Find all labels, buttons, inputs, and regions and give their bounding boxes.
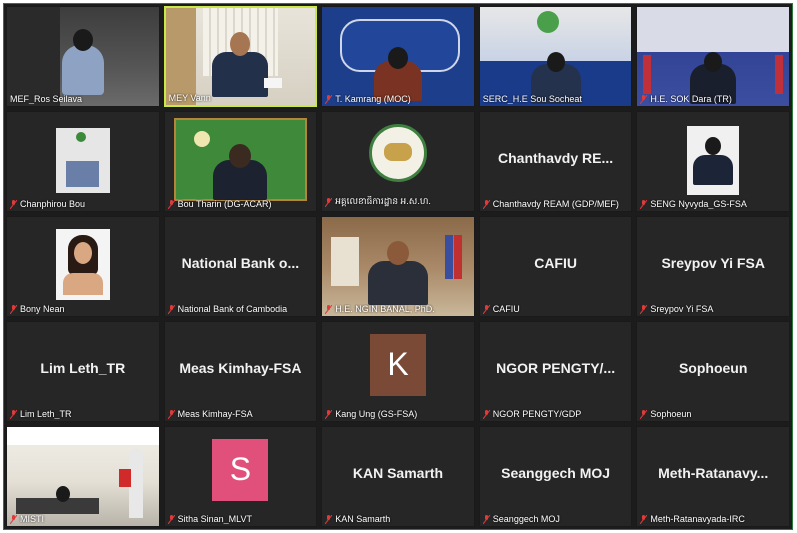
participant-name: Sophoeun — [640, 409, 786, 419]
participant-name: Sreypov Yi FSA — [640, 304, 786, 314]
participant-display-name: Meth-Ratanavy... — [658, 464, 769, 481]
participant-name: Chanthavdy REAM (GDP/MEF) — [482, 199, 629, 209]
participant-video — [637, 7, 789, 106]
participant-name: National Bank of Cambodia — [167, 304, 314, 314]
participant-display-name: NGOR PENGTY/... — [496, 359, 616, 376]
mic-muted-icon — [640, 199, 648, 209]
participant-video — [637, 112, 789, 211]
participant-name: SENG Nyvyda_GS-FSA — [640, 199, 786, 209]
participant-tile[interactable]: S Sitha Sinan_MLVT — [163, 426, 318, 527]
participant-name: T. Kamrang (MOC) — [325, 94, 471, 104]
mic-muted-icon — [10, 514, 17, 524]
participant-tile[interactable]: H.E. SOK Dara (TR) — [636, 6, 790, 107]
participant-video — [164, 112, 317, 211]
participant-tile[interactable]: T. Kamrang (MOC) — [321, 6, 475, 107]
participant-video — [7, 112, 159, 211]
participant-video — [322, 217, 474, 316]
participant-video — [322, 7, 474, 106]
mic-muted-icon — [482, 409, 490, 419]
participant-name: H.E. SOK Dara (TR) — [640, 94, 786, 104]
participant-video — [479, 7, 632, 106]
participant-tile[interactable]: H.E. NGIN BANAL, PhD. — [321, 216, 475, 317]
participant-display-name: CAFIU — [534, 254, 577, 271]
participant-video — [7, 217, 159, 316]
participant-display-name: National Bank o... — [181, 254, 300, 271]
participant-tile[interactable]: Sophoeun Sophoeun — [636, 321, 790, 422]
mic-muted-icon — [167, 199, 175, 209]
participant-name: Chanphirou Bou — [10, 199, 156, 209]
participant-name: H.E. NGIN BANAL, PhD. — [325, 304, 471, 314]
participant-tile[interactable]: K Kang Ung (GS-FSA) — [321, 321, 475, 422]
participant-display-name: Sreypov Yi FSA — [661, 254, 765, 271]
mic-muted-icon — [10, 304, 17, 314]
participant-tile[interactable]: SENG Nyvyda_GS-FSA — [636, 111, 790, 212]
participant-display-name: KAN Samarth — [352, 464, 444, 481]
participant-tile[interactable]: CAFIU CAFIU — [478, 216, 633, 317]
participant-tile[interactable]: Sreypov Yi FSA Sreypov Yi FSA — [636, 216, 790, 317]
participant-name: Sitha Sinan_MLVT — [167, 514, 314, 524]
mic-muted-icon — [167, 304, 175, 314]
participant-display-name: Chanthavdy RE... — [498, 149, 614, 166]
participant-display-name: Sophoeun — [678, 359, 748, 376]
participant-tile[interactable]: SERC_H.E Sou Socheat — [478, 6, 633, 107]
participant-display-name: Seanggech MOJ — [501, 464, 611, 481]
participant-tile[interactable]: Meas Kimhay-FSA Meas Kimhay-FSA — [163, 321, 318, 422]
participant-name: Lim Leth_TR — [10, 409, 156, 419]
mic-muted-icon — [482, 304, 490, 314]
mic-muted-icon — [167, 514, 175, 524]
participant-tile[interactable]: Meth-Ratanavy... Meth-Ratanavyada-IRC — [636, 426, 790, 527]
participant-name: Bony Nean — [10, 304, 156, 314]
participant-name: អគ្គលេខាធិការដ្ឋាន អ.ស.ហ. — [325, 196, 471, 209]
participant-video — [7, 427, 159, 526]
participant-name: MEY Vann — [168, 93, 211, 103]
mic-muted-icon — [325, 304, 333, 314]
participant-tile[interactable]: NGOR PENGTY/... NGOR PENGTY/GDP — [478, 321, 633, 422]
mic-muted-icon — [325, 514, 333, 524]
mic-muted-icon — [10, 409, 17, 419]
participant-tile[interactable]: National Bank o... National Bank of Camb… — [163, 216, 318, 317]
mic-muted-icon — [325, 409, 333, 419]
video-conference-window: MEF_Ros Seilava MEY Vann T. Kamrang (MOC… — [3, 3, 793, 530]
participant-tile[interactable]: KAN Samarth KAN Samarth — [321, 426, 475, 527]
participant-tile[interactable]: Chanphirou Bou — [6, 111, 160, 212]
participant-tile[interactable]: Bou Tharin (DG-ACAR) — [163, 111, 318, 212]
participant-name: CAFIU — [482, 304, 629, 314]
participant-video — [165, 8, 316, 105]
participant-name: Meth-Ratanavyada-IRC — [640, 514, 786, 524]
participant-name: Kang Ung (GS-FSA) — [325, 409, 471, 419]
participant-tile[interactable]: MISTI — [6, 426, 160, 527]
participant-display-name: Meas Kimhay-FSA — [179, 359, 302, 376]
participant-video — [7, 7, 159, 106]
participant-display-name: Lim Leth_TR — [40, 359, 126, 376]
participant-name: Bou Tharin (DG-ACAR) — [167, 199, 314, 209]
participant-name: NGOR PENGTY/GDP — [482, 409, 629, 419]
mic-muted-icon — [325, 94, 333, 104]
participant-name: MISTI — [10, 514, 156, 524]
mic-muted-icon — [10, 199, 17, 209]
participant-grid: MEF_Ros Seilava MEY Vann T. Kamrang (MOC… — [6, 6, 790, 527]
participant-name: KAN Samarth — [325, 514, 471, 524]
mic-muted-icon — [640, 304, 648, 314]
mic-muted-icon — [482, 514, 490, 524]
participant-avatar: K — [369, 333, 426, 396]
mic-muted-icon — [640, 94, 648, 104]
mic-muted-icon — [640, 409, 648, 419]
participant-tile-active-speaker[interactable]: MEY Vann — [163, 6, 318, 107]
participant-tile[interactable]: Bony Nean — [6, 216, 160, 317]
participant-tile[interactable]: Lim Leth_TR Lim Leth_TR — [6, 321, 160, 422]
participant-tile[interactable]: Chanthavdy RE... Chanthavdy REAM (GDP/ME… — [478, 111, 633, 212]
participant-name: SERC_H.E Sou Socheat — [482, 94, 582, 104]
mic-muted-icon — [640, 514, 648, 524]
participant-name: MEF_Ros Seilava — [10, 94, 83, 104]
mic-muted-icon — [482, 199, 490, 209]
participant-tile[interactable]: MEF_Ros Seilava — [6, 6, 160, 107]
participant-tile[interactable]: អគ្គលេខាធិការដ្ឋាន អ.ស.ហ. — [321, 111, 475, 212]
participant-avatar: S — [212, 438, 269, 501]
participant-name: Seanggech MOJ — [482, 514, 629, 524]
participant-name: Meas Kimhay-FSA — [167, 409, 314, 419]
participant-tile[interactable]: Seanggech MOJ Seanggech MOJ — [478, 426, 633, 527]
mic-muted-icon — [325, 198, 333, 207]
mic-muted-icon — [167, 409, 175, 419]
